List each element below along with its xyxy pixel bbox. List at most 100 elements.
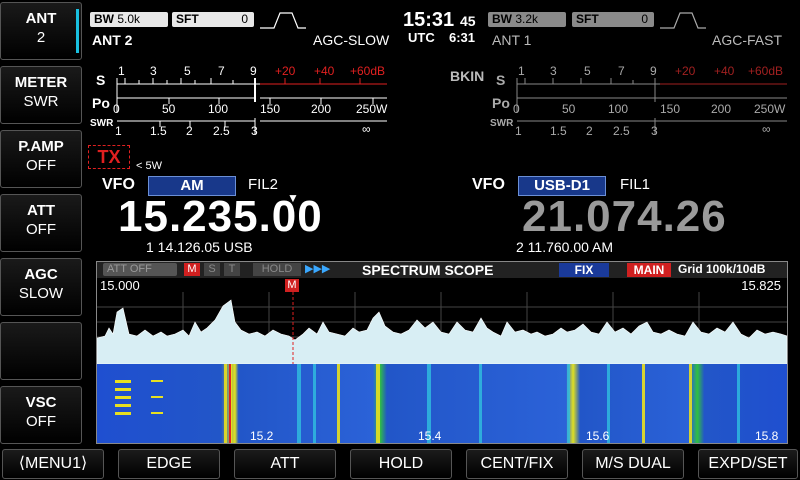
main-bw-value: 5.0k bbox=[117, 12, 141, 26]
s-plus-40: +40 bbox=[314, 64, 335, 78]
preamp-button[interactable]: P.AMP OFF bbox=[0, 130, 82, 188]
main-bw-chip[interactable]: BW 5.0k bbox=[90, 12, 168, 27]
vsc-value: OFF bbox=[26, 413, 56, 430]
scope-marker-badge: M bbox=[285, 279, 299, 292]
sub-swr-tick-1-5: 1.5 bbox=[550, 124, 567, 138]
sub-swr-tick-1: 1 bbox=[515, 124, 522, 138]
sub-sft-label: SFT bbox=[576, 12, 599, 26]
sub-po-tick-100: 100 bbox=[608, 102, 629, 116]
scope-s-badge: S bbox=[204, 263, 220, 276]
meter-s-label: S bbox=[96, 72, 106, 88]
sub-bw-chip[interactable]: BW 3.2k bbox=[488, 12, 566, 27]
ant-button[interactable]: ANT 2 bbox=[0, 2, 82, 60]
preamp-value: OFF bbox=[26, 157, 56, 174]
hold-button[interactable]: HOLD bbox=[350, 449, 452, 479]
vsc-title: VSC bbox=[25, 394, 57, 411]
ant-value: 2 bbox=[36, 29, 46, 46]
blank-button[interactable] bbox=[0, 322, 82, 380]
agc-button[interactable]: AGC SLOW bbox=[0, 258, 82, 316]
scope-left-freq: 15.000 bbox=[100, 278, 140, 293]
scope-att[interactable]: ATT OFF bbox=[103, 263, 177, 276]
tx-indicator: TX bbox=[88, 145, 130, 169]
sub-meter-swr-label: SWR bbox=[490, 118, 514, 129]
scope-axis-15-6: 15.6 bbox=[586, 429, 610, 443]
clock-time: 15:31 bbox=[403, 9, 455, 31]
scope-m-badge: M bbox=[184, 263, 200, 276]
sub-swr-tick-2-5: 2.5 bbox=[613, 124, 630, 138]
sub-s-tick-7: 7 bbox=[618, 64, 625, 78]
meter-swr-label: SWR bbox=[90, 118, 114, 129]
swr-tick-3: 3 bbox=[251, 124, 258, 138]
sub-po-tick-150: 150 bbox=[660, 102, 681, 116]
sub-s-tick-3: 3 bbox=[550, 64, 557, 78]
scope-speed-icon: ▶▶▶ bbox=[305, 263, 331, 275]
sub-po-tick-200: 200 bbox=[711, 102, 732, 116]
s-tick-1: 1 bbox=[118, 64, 125, 78]
ms-dual-button[interactable]: M/S DUAL bbox=[582, 449, 684, 479]
s-plus-60: +60dB bbox=[350, 64, 386, 78]
sub-filter[interactable]: FIL1 bbox=[620, 176, 650, 193]
po-tick-250: 250W bbox=[356, 102, 388, 116]
swr-tick-1-5: 1.5 bbox=[150, 124, 167, 138]
scope-fix[interactable]: FIX bbox=[559, 263, 609, 277]
po-tick-100: 100 bbox=[208, 102, 229, 116]
s-plus-20: +20 bbox=[275, 64, 296, 78]
vsc-button[interactable]: VSC OFF bbox=[0, 386, 82, 444]
tx-power: < 5W bbox=[136, 160, 162, 172]
sub-bw-value: 3.2k bbox=[515, 12, 539, 26]
scope-display bbox=[97, 292, 787, 443]
main-sft-chip[interactable]: SFT 0 bbox=[172, 12, 254, 27]
bkin-label: BKIN bbox=[450, 68, 485, 84]
scope-grid: Grid 100k/10dB bbox=[678, 262, 766, 276]
s-tick-7: 7 bbox=[218, 64, 225, 78]
s-tick-3: 3 bbox=[150, 64, 157, 78]
swr-tick-2-5: 2.5 bbox=[213, 124, 230, 138]
main-ant: ANT 2 bbox=[92, 32, 133, 48]
cent-fix-button[interactable]: CENT/FIX bbox=[466, 449, 568, 479]
menu-button[interactable]: ⟨MENU1⟩ bbox=[2, 449, 104, 479]
sub-vfo-label: VFO bbox=[472, 176, 505, 193]
preamp-title: P.AMP bbox=[18, 138, 64, 155]
sub-po-tick-50: 50 bbox=[562, 102, 576, 116]
att-side-button[interactable]: ATT OFF bbox=[0, 194, 82, 252]
meter-value: SWR bbox=[23, 93, 59, 110]
scope-main[interactable]: MAIN bbox=[627, 263, 671, 277]
sub-frequency[interactable]: 21.074.26 bbox=[522, 192, 727, 242]
expd-set-button[interactable]: EXPD/SET bbox=[698, 449, 798, 479]
sub-sub-line: 2 11.760.00 AM bbox=[516, 239, 614, 255]
scope-axis-15-8: 15.8 bbox=[755, 429, 779, 443]
sub-sft-chip[interactable]: SFT 0 bbox=[572, 12, 654, 27]
att-value: OFF bbox=[26, 221, 56, 238]
sub-s-tick-1: 1 bbox=[518, 64, 525, 78]
main-sft-value: 0 bbox=[241, 12, 248, 26]
agc-value: SLOW bbox=[18, 285, 64, 302]
sub-swr-tick-inf: ∞ bbox=[762, 122, 771, 136]
sub-s-plus-60: +60dB bbox=[748, 64, 784, 78]
agc-title: AGC bbox=[24, 266, 58, 283]
scope-axis-15-4: 15.4 bbox=[418, 429, 442, 443]
highlight-bar bbox=[76, 9, 79, 53]
scope-hold[interactable]: HOLD bbox=[253, 263, 301, 276]
main-sub-line: 1 14.126.05 USB bbox=[146, 239, 253, 255]
att-button[interactable]: ATT bbox=[234, 449, 336, 479]
po-tick-50: 50 bbox=[162, 102, 176, 116]
swr-tick-1: 1 bbox=[115, 124, 122, 138]
sub-meter-po-label: Po bbox=[492, 95, 510, 111]
meter-button[interactable]: METER SWR bbox=[0, 66, 82, 124]
sub-bw-label: BW bbox=[492, 12, 512, 26]
scope-axis-15-2: 15.2 bbox=[250, 429, 274, 443]
main-filter[interactable]: FIL2 bbox=[248, 176, 278, 193]
tuning-step-icon: ▼ bbox=[287, 191, 299, 205]
sub-meter-s-label: S bbox=[496, 72, 506, 88]
sub-ant: ANT 1 bbox=[492, 32, 532, 48]
main-bw-label: BW bbox=[94, 12, 114, 26]
utc-label: UTC bbox=[408, 30, 435, 45]
scope-t-badge: T bbox=[224, 263, 240, 276]
s-tick-5: 5 bbox=[184, 64, 191, 78]
s-tick-9: 9 bbox=[250, 64, 257, 78]
sub-agc: AGC-FAST bbox=[712, 32, 783, 48]
clock-seconds: 45 bbox=[460, 13, 476, 29]
swr-tick-2: 2 bbox=[186, 124, 193, 138]
edge-button[interactable]: EDGE bbox=[118, 449, 220, 479]
spectrum-scope[interactable]: ATT OFF M S T HOLD ▶▶▶ SPECTRUM SCOPE FI… bbox=[96, 261, 788, 444]
